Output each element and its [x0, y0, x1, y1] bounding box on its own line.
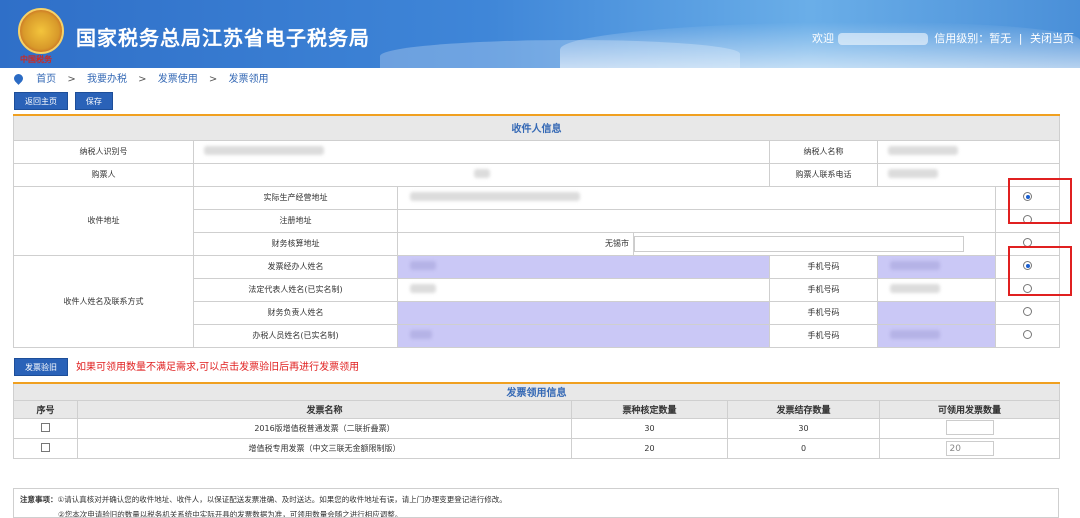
contact-finance-phone[interactable] [877, 300, 996, 325]
row-checkbox-cell [13, 418, 78, 439]
location-pin-icon [12, 72, 25, 85]
action-bar: 返回主页 保存 [0, 92, 1080, 114]
site-title: 国家税务总局江苏省电子税务局 [76, 26, 370, 50]
invoice-name: 增值税专用发票（中文三联无金额限制版） [77, 438, 572, 459]
col-available-qty: 可领用发票数量 [878, 400, 1061, 419]
taxpayer-id-value [193, 139, 770, 164]
addr-finance-city: 无锡市 [397, 231, 634, 256]
buyer-value [193, 162, 770, 187]
contact-legal-rep-phone [877, 277, 996, 302]
addr-finance-input-cell [633, 231, 996, 256]
qty-cell: 20 [878, 438, 1061, 459]
approved-qty: 30 [571, 418, 728, 439]
phone-label: 手机号码 [769, 300, 878, 325]
contact-invoice-agent-value[interactable] [397, 254, 770, 279]
stock-qty: 0 [727, 438, 880, 459]
contact-finance-value[interactable] [397, 300, 770, 325]
invoice-section-title: 发票领用信息 [12, 381, 1061, 401]
contact-legal-rep-label: 法定代表人姓名(已实名制) [193, 277, 398, 302]
breadcrumb-sep: > [67, 74, 76, 85]
notes-line-1: 注意事项：①请认真核对并确认您的收件地址、收件人，以保证配送发票准确、及时送达。… [20, 494, 1052, 505]
addr-finance-label: 财务核算地址 [193, 231, 398, 256]
phone-label: 手机号码 [769, 254, 878, 279]
row-checkbox[interactable] [41, 443, 50, 452]
contact-legal-rep-value [397, 277, 770, 302]
taxpayer-id-label: 纳税人识别号 [13, 139, 194, 164]
invoice-table: 发票领用信息 序号 发票名称 票种核定数量 发票结存数量 可领用发票数量 201… [12, 381, 1061, 459]
welcome-text: 欢迎 [812, 30, 928, 46]
invoice-name: 2016版增值税普通发票（二联折叠票） [77, 418, 572, 439]
highlight-box-address [1008, 178, 1072, 224]
addr-actual-label: 实际生产经营地址 [193, 185, 398, 210]
emblem-caption: 中国税务 [20, 55, 52, 64]
username-redacted [838, 33, 928, 45]
addr-registered-value [397, 208, 996, 233]
qty-input[interactable]: 20 [945, 441, 994, 456]
verify-bar: 发票验旧 如果可领用数量不满足需求,可以点击发票验旧后再进行发票领用 [0, 348, 1080, 378]
row-checkbox-cell [13, 438, 78, 459]
save-button[interactable]: 保存 [74, 92, 113, 110]
col-stock-qty: 发票结存数量 [727, 400, 880, 419]
contact-tax-staff-radio-cell [994, 323, 1061, 348]
tax-emblem-icon [18, 8, 64, 54]
breadcrumb-invoice-use[interactable]: 发票使用 [158, 74, 198, 85]
contact-invoice-agent-label: 发票经办人姓名 [193, 254, 398, 279]
col-approved-qty: 票种核定数量 [571, 400, 728, 419]
contact-tax-staff-radio[interactable] [1023, 330, 1033, 339]
qty-cell [878, 418, 1061, 439]
notes-panel: 注意事项：①请认真核对并确认您的收件地址、收件人，以保证配送发票准确、及时送达。… [13, 488, 1059, 518]
contact-finance-label: 财务负责人姓名 [193, 300, 398, 325]
contact-finance-radio-cell [994, 300, 1061, 325]
col-index: 序号 [13, 400, 78, 419]
breadcrumb-invoice-collect[interactable]: 发票领用 [228, 74, 268, 85]
breadcrumb-sep: > [138, 74, 147, 85]
addr-registered-label: 注册地址 [193, 208, 398, 233]
credit-level: 信用级别：暂无 [934, 32, 1012, 45]
notes-line-2: ②您本次申请验旧的数量以税务机关系统中实际开具的发票数据为准，可领用数量会随之进… [58, 510, 403, 518]
breadcrumb-sep: > [208, 74, 218, 85]
phone-label: 手机号码 [769, 277, 878, 302]
contact-tax-staff-value[interactable] [397, 323, 770, 348]
site-header: 中国税务 国家税务总局江苏省电子税务局 欢迎 信用级别：暂无 | 关闭当页 [0, 0, 1080, 68]
contact-invoice-agent-phone[interactable] [877, 254, 996, 279]
breadcrumb: 首页 > 我要办税 > 发票使用 > 发票领用 [0, 68, 1080, 92]
table-row: 2016版增值税普通发票（二联折叠票） 30 30 [13, 418, 1061, 439]
contact-finance-radio[interactable] [1023, 307, 1033, 316]
buyer-label: 购票人 [13, 162, 194, 187]
qty-input[interactable] [945, 420, 994, 435]
table-row: 增值税专用发票（中文三联无金额限制版） 20 0 20 [13, 438, 1061, 459]
row-checkbox[interactable] [41, 423, 50, 432]
breadcrumb-home[interactable]: 首页 [36, 74, 56, 85]
return-home-button[interactable]: 返回主页 [14, 92, 68, 110]
address-group-label: 收件地址 [13, 185, 194, 256]
contact-tax-staff-label: 办税人员姓名(已实名制) [193, 323, 398, 348]
col-invoice-name: 发票名称 [77, 400, 572, 419]
highlight-box-contact [1008, 246, 1072, 296]
addr-finance-input[interactable] [634, 235, 964, 252]
welcome-label: 欢迎 [812, 32, 834, 45]
contact-group-label: 收件人姓名及联系方式 [13, 254, 194, 348]
invoice-verify-button[interactable]: 发票验旧 [14, 357, 68, 376]
taxpayer-name-label: 纳税人名称 [769, 139, 878, 164]
addr-actual-value [397, 185, 996, 210]
approved-qty: 20 [571, 438, 728, 459]
verify-note: 如果可领用数量不满足需求,可以点击发票验旧后再进行发票领用 [76, 361, 360, 373]
buyer-phone-label: 购票人联系电话 [769, 162, 878, 187]
divider: | [1018, 32, 1023, 45]
stock-qty: 30 [727, 418, 880, 439]
breadcrumb-tax[interactable]: 我要办税 [87, 74, 127, 85]
notes-text-1: ①请认真核对并确认您的收件地址、收件人，以保证配送发票准确、及时送达。如果您的收… [57, 495, 507, 504]
top-right-links: 信用级别：暂无 | 关闭当页 [932, 30, 1076, 46]
phone-label: 手机号码 [769, 323, 878, 348]
recipient-section-title: 收件人信息 [12, 114, 1061, 141]
notes-label: 注意事项： [20, 495, 58, 504]
close-page-link[interactable]: 关闭当页 [1030, 32, 1074, 45]
contact-tax-staff-phone[interactable] [877, 323, 996, 348]
taxpayer-name-value [876, 139, 1061, 164]
recipient-table: 收件人信息 纳税人识别号 纳税人名称 购票人 购票人联系电话 收件地址 实际生产… [12, 114, 1061, 348]
